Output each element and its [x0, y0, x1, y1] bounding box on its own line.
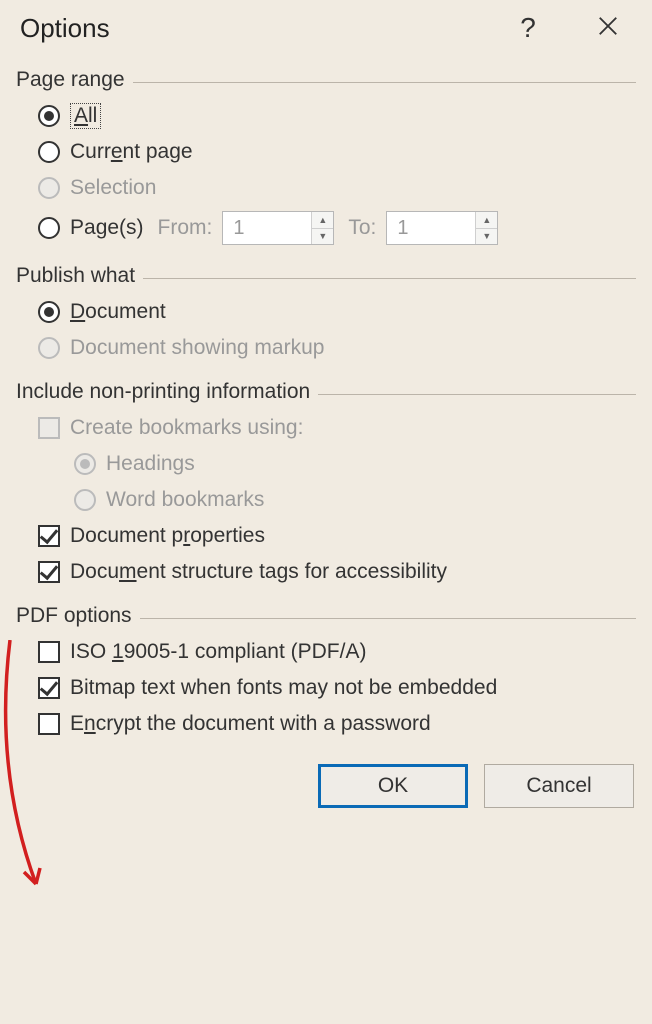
checkbox-row-create-bookmarks: Create bookmarks using: — [16, 410, 636, 446]
group-pdf-options: PDF options ISO 19005-1 compliant (PDF/A… — [16, 604, 636, 742]
radio-row-all[interactable]: All — [16, 98, 636, 134]
radio-row-document[interactable]: Document — [16, 294, 636, 330]
checkbox-encrypt[interactable] — [38, 713, 60, 735]
from-spin-down-icon[interactable]: ▼ — [312, 229, 333, 245]
checkbox-row-iso[interactable]: ISO 19005-1 compliant (PDF/A) — [16, 634, 636, 670]
radio-label-all: All — [70, 103, 101, 128]
to-spinner[interactable]: ▲ ▼ — [386, 211, 498, 245]
group-label-publish-what: Publish what — [16, 264, 143, 288]
checkbox-bitmap-text[interactable] — [38, 677, 60, 699]
group-label-page-range: Page range — [16, 68, 133, 92]
radio-label-word-bookmarks: Word bookmarks — [106, 488, 264, 512]
group-include-nonprinting: Include non-printing information Create … — [16, 380, 636, 590]
cancel-button[interactable]: Cancel — [484, 764, 634, 808]
to-input[interactable] — [387, 212, 475, 244]
checkbox-row-doc-properties[interactable]: Document properties — [16, 518, 636, 554]
close-icon[interactable] — [588, 12, 628, 44]
radio-label-pages: Page(s) — [70, 216, 144, 240]
radio-label-document-markup: Document showing markup — [70, 336, 324, 360]
checkbox-row-encrypt[interactable]: Encrypt the document with a password — [16, 706, 636, 742]
checkbox-iso[interactable] — [38, 641, 60, 663]
button-row: OK Cancel — [0, 750, 652, 808]
checkbox-label-doc-structure-tags: Document structure tags for accessibilit… — [70, 560, 447, 584]
radio-label-headings: Headings — [106, 452, 195, 476]
radio-row-headings: Headings — [16, 446, 636, 482]
dialog-title: Options — [20, 13, 508, 44]
radio-label-selection: Selection — [70, 176, 156, 200]
checkbox-create-bookmarks — [38, 417, 60, 439]
radio-row-current-page[interactable]: Current page — [16, 134, 636, 170]
to-spin-down-icon[interactable]: ▼ — [476, 229, 497, 245]
group-publish-what: Publish what Document Document showing m… — [16, 264, 636, 366]
radio-pages[interactable] — [38, 217, 60, 239]
radio-row-word-bookmarks: Word bookmarks — [16, 482, 636, 518]
group-label-pdf-options: PDF options — [16, 604, 140, 628]
checkbox-label-create-bookmarks: Create bookmarks using: — [70, 416, 303, 440]
group-page-range: Page range All Current page Selection Pa… — [16, 68, 636, 250]
radio-word-bookmarks — [74, 489, 96, 511]
radio-label-document: Document — [70, 300, 166, 324]
radio-row-selection: Selection — [16, 170, 636, 206]
checkbox-row-bitmap-text[interactable]: Bitmap text when fonts may not be embedd… — [16, 670, 636, 706]
group-label-include-nonprinting: Include non-printing information — [16, 380, 318, 404]
help-icon[interactable]: ? — [508, 12, 548, 44]
radio-all[interactable] — [38, 105, 60, 127]
titlebar: Options ? — [0, 0, 652, 54]
radio-selection — [38, 177, 60, 199]
checkbox-doc-properties[interactable] — [38, 525, 60, 547]
radio-current-page[interactable] — [38, 141, 60, 163]
radio-label-current-page: Current page — [70, 140, 193, 164]
checkbox-label-doc-properties: Document properties — [70, 524, 265, 548]
checkbox-label-iso: ISO 19005-1 compliant (PDF/A) — [70, 640, 366, 664]
checkbox-row-doc-structure-tags[interactable]: Document structure tags for accessibilit… — [16, 554, 636, 590]
checkbox-label-encrypt: Encrypt the document with a password — [70, 712, 431, 736]
radio-document-markup — [38, 337, 60, 359]
radio-headings — [74, 453, 96, 475]
checkbox-label-bitmap-text: Bitmap text when fonts may not be embedd… — [70, 676, 497, 700]
from-input[interactable] — [223, 212, 311, 244]
from-label: From: — [158, 216, 213, 240]
to-spin-up-icon[interactable]: ▲ — [476, 212, 497, 229]
checkbox-doc-structure-tags[interactable] — [38, 561, 60, 583]
ok-button[interactable]: OK — [318, 764, 468, 808]
from-spinner[interactable]: ▲ ▼ — [222, 211, 334, 245]
to-label: To: — [348, 216, 376, 240]
radio-document[interactable] — [38, 301, 60, 323]
from-spin-up-icon[interactable]: ▲ — [312, 212, 333, 229]
radio-row-pages[interactable]: Page(s) From: ▲ ▼ To: ▲ ▼ — [16, 206, 636, 250]
radio-row-document-markup: Document showing markup — [16, 330, 636, 366]
